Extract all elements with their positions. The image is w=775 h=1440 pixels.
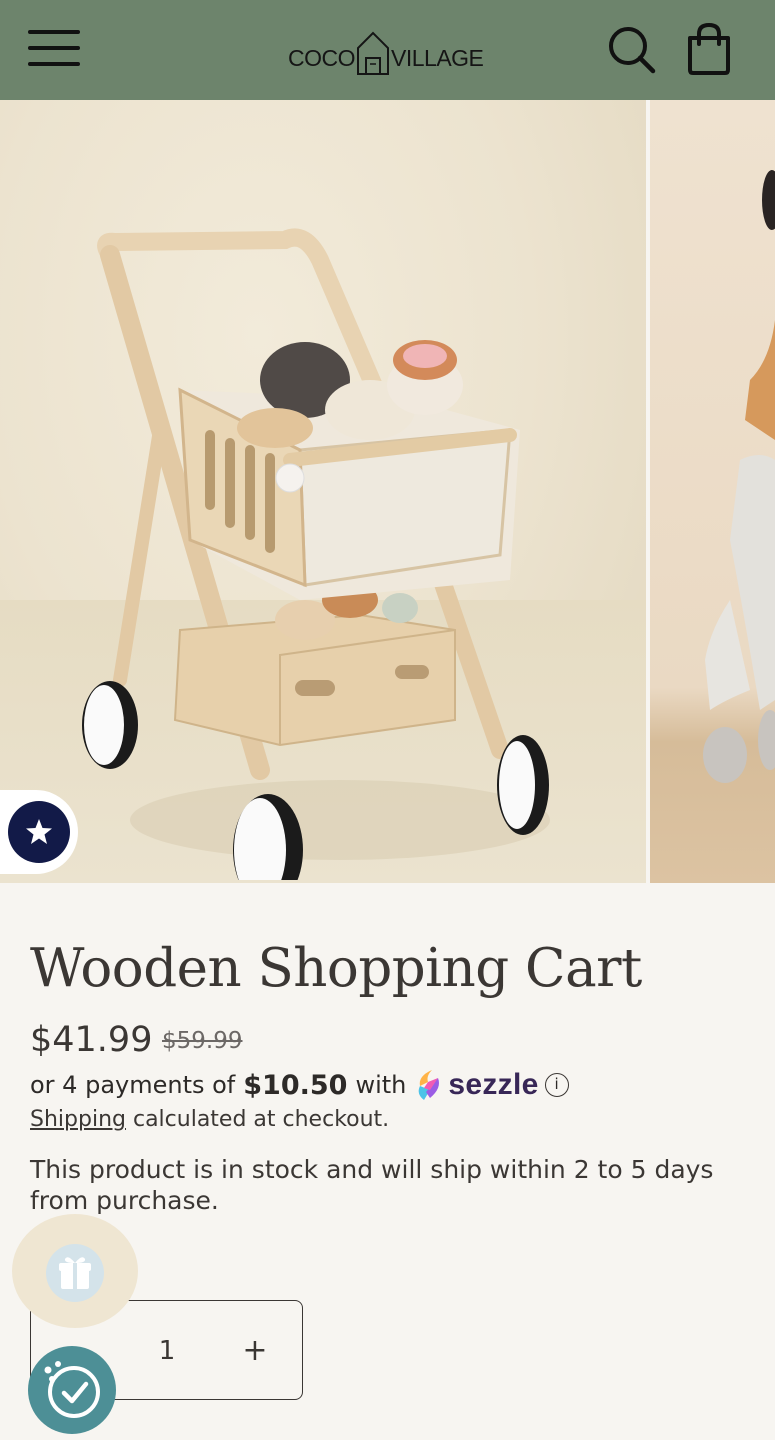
installments-suffix: with [355, 1071, 407, 1099]
shipping-link[interactable]: Shipping [30, 1107, 126, 1132]
reviews-badge[interactable] [0, 790, 78, 874]
sezzle-logo[interactable]: sezzle [414, 1068, 538, 1102]
star-icon [8, 801, 70, 863]
rewards-check-icon [44, 1361, 100, 1418]
child-image [703, 170, 775, 783]
sezzle-installments: or 4 payments of $10.50 with sezzle i [30, 1068, 569, 1102]
stock-note: This product is in stock and will ship w… [30, 1155, 714, 1215]
increase-quantity-button[interactable]: + [235, 1331, 275, 1371]
product-title: Wooden Shopping Cart [30, 938, 642, 999]
search-icon[interactable] [606, 24, 658, 76]
bag-icon[interactable] [684, 22, 734, 76]
gift-icon [46, 1244, 104, 1302]
site-header: COCO VILLAGE [0, 0, 775, 100]
gift-widget[interactable] [12, 1214, 138, 1328]
shipping-note: Shipping calculated at checkout. [30, 1107, 389, 1132]
sale-price: $41.99 [30, 1020, 153, 1060]
rewards-widget[interactable] [28, 1346, 116, 1434]
installments-prefix: or 4 payments of [30, 1071, 236, 1099]
sezzle-icon [419, 1070, 440, 1100]
compare-at-price: $59.99 [162, 1028, 243, 1054]
site-logo[interactable]: COCO VILLAGE [288, 26, 488, 76]
installment-amount: $10.50 [243, 1069, 348, 1101]
product-gallery[interactable] [0, 100, 775, 883]
logo-text-left: COCO [288, 45, 356, 71]
logo-text-right: VILLAGE [391, 45, 484, 71]
shopping-cart-image [82, 228, 550, 880]
info-icon[interactable]: i [544, 1073, 569, 1097]
menu-icon[interactable] [28, 28, 80, 68]
product-image-main[interactable] [0, 100, 646, 883]
shipping-note-text: calculated at checkout. [125, 1107, 390, 1132]
house-logo-icon [357, 31, 389, 75]
product-image-next[interactable] [650, 100, 775, 883]
sezzle-wordmark: sezzle [448, 1068, 539, 1101]
quantity-input[interactable]: 1 [137, 1331, 197, 1371]
